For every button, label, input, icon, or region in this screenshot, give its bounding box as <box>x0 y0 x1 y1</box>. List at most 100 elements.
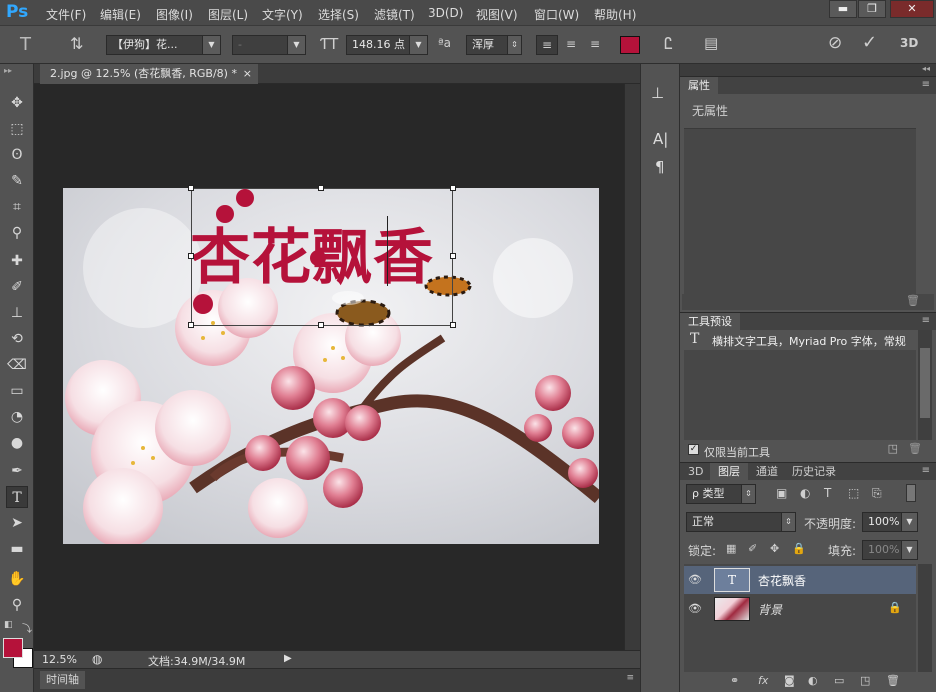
pen-tool-icon[interactable]: ✒ <box>6 460 28 482</box>
close-tab-icon[interactable]: × <box>243 64 252 84</box>
menu-item-9[interactable]: 窗口(W) <box>534 6 579 23</box>
menu-item-8[interactable]: 视图(V) <box>476 6 518 23</box>
menu-item-4[interactable]: 文字(Y) <box>262 6 303 23</box>
align-center-icon[interactable]: ≡ <box>560 35 582 55</box>
transform-handle[interactable] <box>188 253 194 259</box>
panel-menu-icon[interactable]: ≡ <box>922 79 930 90</box>
filter-adjustment-icon[interactable]: ◐ <box>800 486 810 500</box>
status-menu-icon[interactable]: ◍ <box>92 652 102 666</box>
dodge-tool-icon[interactable]: ● <box>6 432 28 454</box>
restore-button[interactable]: ❐ <box>858 0 886 18</box>
adjustment-layer-icon[interactable]: ◐ <box>808 674 818 687</box>
panel-menu-icon[interactable]: ≡ <box>922 315 930 326</box>
close-button[interactable]: ✕ <box>890 0 934 18</box>
eye-icon[interactable]: 👁 <box>688 573 702 587</box>
font-family-select[interactable]: 【伊狗】花... ▼ <box>106 35 221 55</box>
character-panel-toggle-icon[interactable]: ▤ <box>704 34 718 52</box>
align-right-icon[interactable]: ≡ <box>584 35 606 55</box>
filter-shape-icon[interactable]: ⬚ <box>848 486 859 500</box>
threed-extrusion-button[interactable]: 3D <box>900 36 918 50</box>
commit-edit-icon[interactable]: ✓ <box>862 32 877 53</box>
status-arrow-icon[interactable]: ▶ <box>284 653 292 664</box>
current-tool-only-checkbox[interactable]: ✓ <box>688 444 699 455</box>
text-orientation-toggle-icon[interactable]: ⇅ <box>70 34 83 53</box>
font-style-select[interactable]: - ▼ <box>232 35 306 55</box>
swap-colors-icon[interactable]: ⤵ <box>22 620 32 635</box>
blend-mode-select[interactable]: 正常 ⇕ <box>686 512 796 532</box>
filter-smart-object-icon[interactable]: ⎘ <box>872 486 882 501</box>
tab-layers-0[interactable]: 3D <box>680 463 711 481</box>
tab-timeline[interactable]: 时间轴 <box>40 671 85 689</box>
tab-properties[interactable]: 属性 <box>680 77 718 95</box>
new-layer-icon[interactable]: ◳ <box>860 674 870 687</box>
rectangle-tool-icon[interactable]: ▬ <box>6 538 28 560</box>
group-folder-icon[interactable]: ▭ <box>834 674 844 687</box>
fx-icon[interactable]: fx <box>758 674 768 687</box>
layers-scrollbar[interactable] <box>918 564 932 672</box>
add-mask-icon[interactable]: ◙ <box>784 674 795 687</box>
tab-layers-2[interactable]: 通道 <box>748 463 786 481</box>
transform-handle[interactable] <box>188 322 194 328</box>
trash-icon[interactable]: 🗑 <box>886 674 900 687</box>
align-left-icon[interactable]: ≡ <box>536 35 558 55</box>
quick-selection-tool-icon[interactable]: ✎ <box>6 170 28 192</box>
hand-tool-icon[interactable]: ✋ <box>6 568 28 590</box>
menu-item-0[interactable]: 文件(F) <box>46 6 86 23</box>
menu-item-1[interactable]: 编辑(E) <box>100 6 141 23</box>
filter-toggle-switch[interactable] <box>906 484 916 502</box>
fill-input[interactable]: 100% ▼ <box>862 540 918 560</box>
tool-presets-dock-icon[interactable]: ⊥ <box>651 84 664 102</box>
layer-row-background[interactable]: 👁 背景 🔒 <box>684 595 916 623</box>
brush-tool-icon[interactable]: ✐ <box>6 276 28 298</box>
document-tab[interactable]: 2.jpg @ 12.5% (杏花飘香, RGB/8) * × <box>40 64 258 84</box>
default-colors-icon[interactable]: ◧ <box>4 620 13 630</box>
path-selection-tool-icon[interactable]: ➤ <box>6 512 28 534</box>
tool-preset-item[interactable]: T 横排文字工具，Myriad Pro 字体，常规 <box>684 330 916 350</box>
layer-name[interactable]: 杏花飘香 <box>758 572 806 589</box>
transform-handle[interactable] <box>450 253 456 259</box>
clone-stamp-tool-icon[interactable]: ⊥ <box>6 302 28 324</box>
type-tool-icon[interactable]: T <box>6 486 28 508</box>
menu-item-6[interactable]: 滤镜(T) <box>374 6 415 23</box>
menu-item-2[interactable]: 图像(I) <box>156 6 193 23</box>
crop-tool-icon[interactable]: ⌗ <box>6 196 28 218</box>
new-preset-icon[interactable]: ◳ <box>888 442 898 455</box>
tab-layers-1[interactable]: 图层 <box>710 463 748 481</box>
eraser-tool-icon[interactable]: ⌫ <box>6 354 28 376</box>
panel-menu-icon[interactable]: ≡ <box>922 465 930 476</box>
layer-name[interactable]: 背景 <box>758 601 782 618</box>
collapse-icon[interactable]: ◂◂ <box>922 64 930 73</box>
text-color-swatch[interactable] <box>620 36 640 54</box>
scrollbar-thumb[interactable] <box>920 348 930 418</box>
antialias-select[interactable]: 浑厚 ⇕ <box>466 35 522 55</box>
filter-pixel-icon[interactable]: ▣ <box>776 486 787 500</box>
healing-brush-tool-icon[interactable]: ✚ <box>6 250 28 272</box>
character-dock-icon[interactable]: A| <box>653 130 668 148</box>
menu-item-5[interactable]: 选择(S) <box>318 6 359 23</box>
link-layers-icon[interactable]: ⚭ <box>730 674 739 687</box>
transform-handle[interactable] <box>318 185 324 191</box>
transform-bounding-box[interactable] <box>191 188 453 326</box>
vertical-scrollbar[interactable] <box>624 84 640 650</box>
tab-layers-3[interactable]: 历史记录 <box>784 463 844 481</box>
lasso-tool-icon[interactable]: ʘ <box>6 144 28 166</box>
eye-icon[interactable]: 👁 <box>688 602 702 616</box>
marquee-tool-icon[interactable]: ⬚ <box>6 118 28 140</box>
trash-icon[interactable]: 🗑 <box>908 442 922 455</box>
paragraph-dock-icon[interactable]: ¶ <box>655 158 665 176</box>
warp-text-icon[interactable]: Ꮭ <box>664 34 673 54</box>
zoom-level[interactable]: 12.5% <box>42 653 77 666</box>
minimize-button[interactable]: ▬ <box>829 0 857 18</box>
cancel-edit-icon[interactable]: ⊘ <box>828 33 842 53</box>
transform-handle[interactable] <box>450 322 456 328</box>
collapse-icon[interactable]: ▸▸ <box>4 66 12 75</box>
zoom-tool-icon[interactable]: ⚲ <box>6 594 28 616</box>
transform-handle[interactable] <box>188 185 194 191</box>
trash-icon[interactable]: 🗑 <box>906 294 920 307</box>
menu-item-3[interactable]: 图层(L) <box>208 6 248 23</box>
gradient-tool-icon[interactable]: ▭ <box>6 380 28 402</box>
layer-row-text[interactable]: 👁 T 杏花飘香 <box>684 566 916 594</box>
lock-all-icon[interactable]: 🔒 <box>792 542 806 555</box>
filter-type-icon[interactable]: T <box>824 486 831 500</box>
lock-transparent-icon[interactable]: ▦ <box>726 542 736 555</box>
